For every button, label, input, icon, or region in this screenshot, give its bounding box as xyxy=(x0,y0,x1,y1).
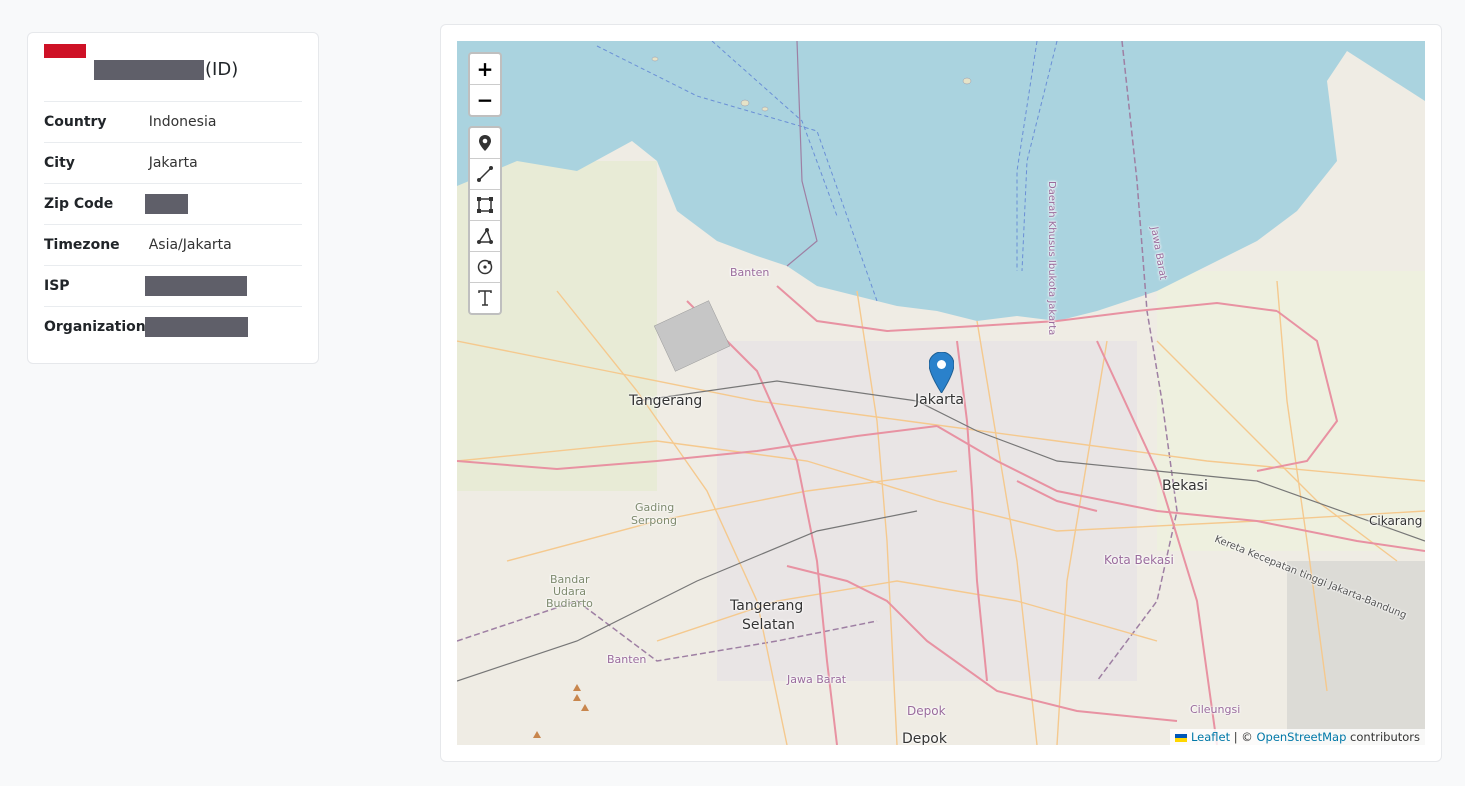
country-code: (ID) xyxy=(205,58,239,80)
attribution-tail: contributors xyxy=(1346,730,1420,744)
label-depok: Depok xyxy=(902,731,947,745)
label-jawa-barat: Jawa Barat xyxy=(787,673,847,686)
circle-icon[interactable] xyxy=(470,252,500,283)
table-row: City Jakarta xyxy=(44,142,302,184)
label-banten-1: Banten xyxy=(730,266,770,279)
label-depok-small: Depok xyxy=(907,704,946,718)
label-tangerang-selatan-1: Tangerang xyxy=(730,598,804,614)
table-row: Zip Code xyxy=(44,183,302,225)
ip-title: (ID) xyxy=(44,44,239,80)
detail-key: City xyxy=(44,155,75,171)
detail-value xyxy=(144,266,302,307)
polyline-icon[interactable] xyxy=(470,159,500,190)
label-tangerang: Tangerang xyxy=(629,393,703,409)
table-row: Timezone Asia/Jakarta xyxy=(44,224,302,266)
detail-value: Asia/Jakarta xyxy=(148,237,232,253)
label-banten-2: Banten xyxy=(607,653,647,666)
marker-icon[interactable] xyxy=(470,128,500,159)
label-gading-1: Gading xyxy=(635,501,675,514)
redacted-name xyxy=(94,60,204,80)
table-row: Country Indonesia xyxy=(44,101,302,143)
label-tangerang-selatan-2: Selatan xyxy=(742,617,795,633)
redacted-isp xyxy=(144,276,247,296)
detail-value: Indonesia xyxy=(148,114,217,130)
zoom-in-button[interactable]: + xyxy=(470,54,500,85)
zoom-control: + − xyxy=(468,52,502,117)
table-row: ISP xyxy=(44,265,302,307)
map-card: Jakarta Tangerang Bekasi Tangerang Selat… xyxy=(440,24,1442,762)
rectangle-icon[interactable] xyxy=(470,190,500,221)
label-cikarang: Cikarang xyxy=(1369,514,1423,528)
indonesia-flag-icon xyxy=(44,44,86,72)
label-gading-2: Serpong xyxy=(631,514,677,527)
map-view[interactable]: Jakarta Tangerang Bekasi Tangerang Selat… xyxy=(457,41,1425,745)
detail-value: Jakarta xyxy=(148,155,198,171)
openstreetmap-link[interactable]: OpenStreetMap xyxy=(1256,730,1346,744)
detail-value xyxy=(144,184,302,225)
label-bekasi: Bekasi xyxy=(1162,478,1208,494)
detail-key: Zip Code xyxy=(44,196,114,212)
location-marker-icon[interactable] xyxy=(928,351,955,397)
label-kota-bekasi: Kota Bekasi xyxy=(1104,553,1174,567)
ip-info-card: (ID) Country Indonesia City Jakarta Zip … xyxy=(27,32,319,364)
attribution-separator: | © xyxy=(1230,730,1257,744)
label-bandar-3: Budiarto xyxy=(546,597,593,610)
label-cileungsi: Cileungsi xyxy=(1190,703,1241,716)
draw-toolbar xyxy=(468,126,502,315)
detail-key: Timezone xyxy=(44,237,120,253)
detail-key: Country xyxy=(44,114,107,130)
label-daerah: Daerah Khusus Ibukota Jakarta xyxy=(1046,181,1057,336)
detail-value xyxy=(144,307,302,348)
detail-key: ISP xyxy=(44,278,70,294)
detail-key: Organization xyxy=(44,319,146,336)
details-table: Country Indonesia City Jakarta Zip Code … xyxy=(44,101,302,348)
polygon-icon[interactable] xyxy=(470,221,500,252)
leaflet-link[interactable]: Leaflet xyxy=(1191,730,1230,744)
text-icon[interactable] xyxy=(470,283,500,313)
ukraine-flag-icon xyxy=(1175,733,1188,742)
redacted-zip xyxy=(144,194,188,214)
table-row: Organization xyxy=(44,306,302,348)
zoom-out-button[interactable]: − xyxy=(470,85,500,115)
map-attribution: Leaflet | © OpenStreetMap contributors xyxy=(1170,729,1425,745)
redacted-organization xyxy=(144,317,248,338)
